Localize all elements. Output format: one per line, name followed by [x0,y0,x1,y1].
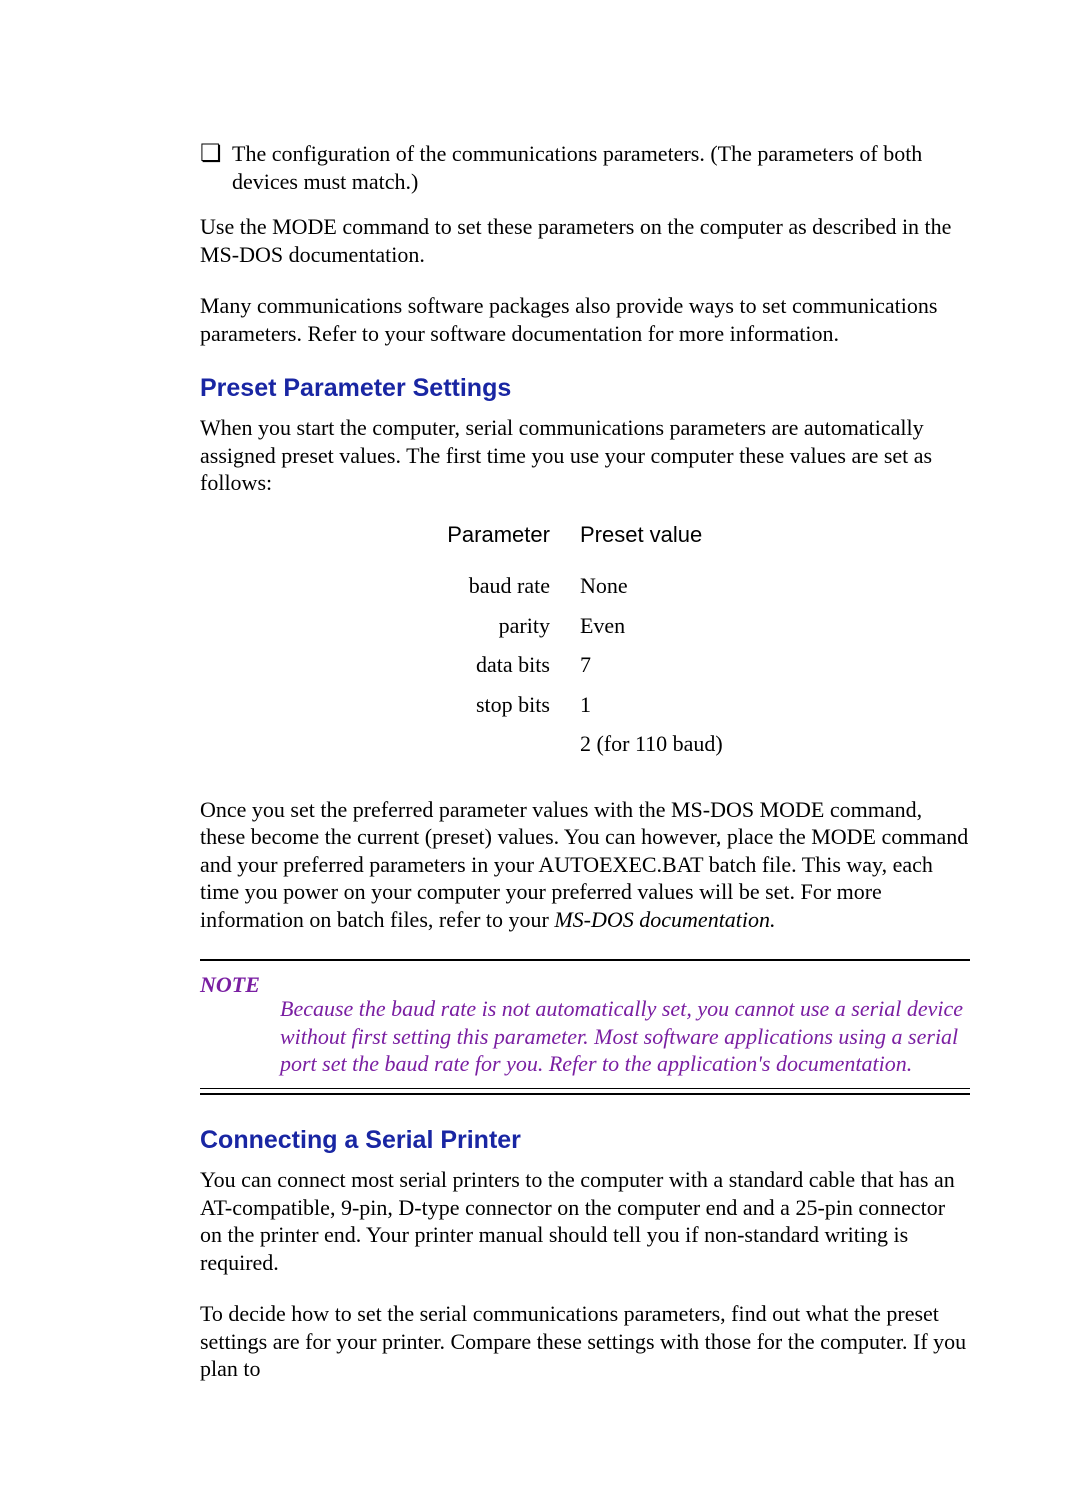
bullet-item: ❏ The configuration of the communication… [200,140,970,195]
document-page: ❏ The configuration of the communication… [0,0,1080,1489]
section2-p1: You can connect most serial printers to … [200,1166,970,1276]
table-cell: baud rate [447,572,550,600]
table-header-preset-value: Preset value [580,521,723,549]
table-cell: None [580,572,723,600]
checkbox-icon: ❏ [200,140,232,166]
note-inner: NOTE Because the baud rate is not automa… [200,971,970,1089]
table-header-parameter: Parameter [447,521,550,549]
section1-after-em: MS-DOS documentation. [554,907,775,932]
section2-p2: To decide how to set the serial communic… [200,1300,970,1383]
table-cell: Even [580,612,723,640]
heading-preset-parameter-settings: Preset Parameter Settings [200,373,970,404]
note-body: Because the baud rate is not automatical… [280,971,970,1078]
note-label: NOTE [200,971,280,999]
table-cell: 1 [580,691,723,719]
intro-paragraph-1: Use the MODE command to set these parame… [200,213,970,268]
section1-after: Once you set the preferred parameter val… [200,796,970,934]
heading-connecting-serial-printer: Connecting a Serial Printer [200,1125,970,1156]
section1-lead: When you start the computer, serial comm… [200,414,970,497]
bullet-text: The configuration of the communications … [232,140,970,195]
note-block: NOTE Because the baud rate is not automa… [200,959,970,1095]
intro-paragraph-2: Many communications software packages al… [200,292,970,347]
parameter-column: Parameter baud rate parity data bits sto… [447,521,550,770]
parameter-table: Parameter baud rate parity data bits sto… [200,521,970,770]
table-cell: parity [447,612,550,640]
table-cell: stop bits [447,691,550,719]
table-cell: data bits [447,651,550,679]
preset-value-column: Preset value None Even 7 1 2 (for 110 ba… [580,521,723,770]
table-cell: 2 (for 110 baud) [580,730,723,758]
table-cell: 7 [580,651,723,679]
